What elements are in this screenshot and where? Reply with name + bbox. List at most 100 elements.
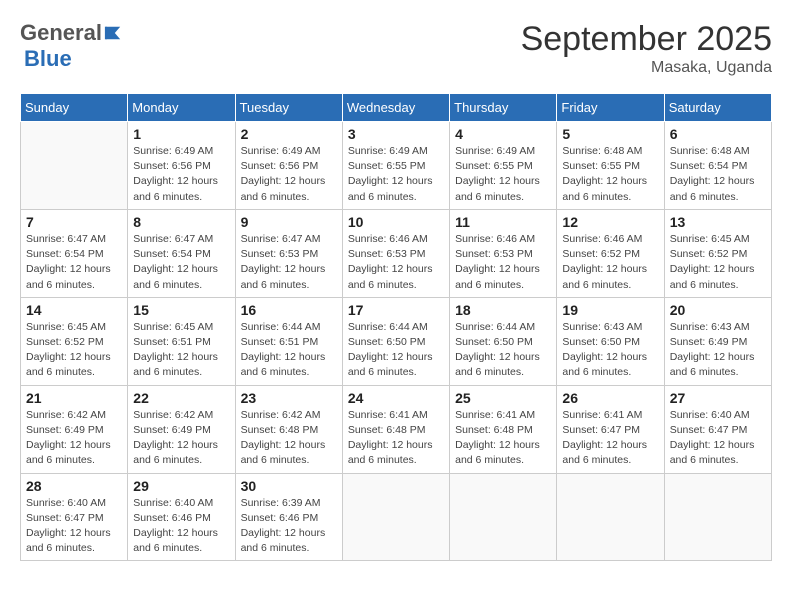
calendar-cell [557,473,664,561]
calendar-cell: 22 Sunrise: 6:42 AM Sunset: 6:49 PM Dayli… [128,385,235,473]
calendar-cell: 16 Sunrise: 6:44 AM Sunset: 6:51 PM Dayli… [235,297,342,385]
day-number: 19 [562,302,658,318]
day-info: Sunrise: 6:46 AM Sunset: 6:53 PM Dayligh… [455,232,551,293]
day-number: 18 [455,302,551,318]
calendar-cell: 14 Sunrise: 6:45 AM Sunset: 6:52 PM Dayli… [21,297,128,385]
calendar-cell: 12 Sunrise: 6:46 AM Sunset: 6:52 PM Dayli… [557,209,664,297]
day-number: 22 [133,390,229,406]
day-info: Sunrise: 6:49 AM Sunset: 6:55 PM Dayligh… [455,144,551,205]
calendar-week-row: 28 Sunrise: 6:40 AM Sunset: 6:47 PM Dayli… [21,473,772,561]
day-info: Sunrise: 6:40 AM Sunset: 6:47 PM Dayligh… [670,408,766,469]
day-info: Sunrise: 6:43 AM Sunset: 6:49 PM Dayligh… [670,320,766,381]
calendar-cell: 25Sunrise: 6:41 AM Sunset: 6:48 PM Dayli… [450,385,557,473]
day-info: Sunrise: 6:45 AM Sunset: 6:52 PM Dayligh… [670,232,766,293]
calendar-cell: 18 Sunrise: 6:44 AM Sunset: 6:50 PM Dayli… [450,297,557,385]
day-number: 30 [241,478,337,494]
calendar-week-row: 21 Sunrise: 6:42 AM Sunset: 6:49 PM Dayli… [21,385,772,473]
day-number: 4 [455,126,551,142]
day-info: Sunrise: 6:39 AM Sunset: 6:46 PM Dayligh… [241,496,337,557]
calendar-cell: 13 Sunrise: 6:45 AM Sunset: 6:52 PM Dayli… [664,209,771,297]
calendar-table: SundayMondayTuesdayWednesdayThursdayFrid… [20,93,772,561]
calendar-cell: 19 Sunrise: 6:43 AM Sunset: 6:50 PM Dayli… [557,297,664,385]
day-number: 11 [455,214,551,230]
calendar-cell: 20Sunrise: 6:43 AM Sunset: 6:49 PM Dayli… [664,297,771,385]
calendar-cell: 2 Sunrise: 6:49 AM Sunset: 6:56 PM Daylig… [235,122,342,210]
calendar-cell: 15 Sunrise: 6:45 AM Sunset: 6:51 PM Dayli… [128,297,235,385]
day-number: 23 [241,390,337,406]
day-info: Sunrise: 6:41 AM Sunset: 6:47 PM Dayligh… [562,408,658,469]
calendar-cell [664,473,771,561]
day-number: 13 [670,214,766,230]
day-info: Sunrise: 6:44 AM Sunset: 6:50 PM Dayligh… [348,320,444,381]
day-info: Sunrise: 6:45 AM Sunset: 6:51 PM Dayligh… [133,320,229,381]
logo-general: General [20,20,102,46]
day-number: 21 [26,390,122,406]
calendar-cell: 4 Sunrise: 6:49 AM Sunset: 6:55 PM Daylig… [450,122,557,210]
calendar-cell: 28 Sunrise: 6:40 AM Sunset: 6:47 PM Dayli… [21,473,128,561]
day-number: 8 [133,214,229,230]
day-info: Sunrise: 6:47 AM Sunset: 6:54 PM Dayligh… [133,232,229,293]
calendar-cell: 6 Sunrise: 6:48 AM Sunset: 6:54 PM Daylig… [664,122,771,210]
calendar-cell: 30 Sunrise: 6:39 AM Sunset: 6:46 PM Dayli… [235,473,342,561]
location: Masaka, Uganda [521,59,772,77]
day-info: Sunrise: 6:42 AM Sunset: 6:48 PM Dayligh… [241,408,337,469]
month-title: September 2025 [521,20,772,59]
page-header: General Blue September 2025 Masaka, Ugan… [20,20,772,77]
day-info: Sunrise: 6:41 AM Sunset: 6:48 PM Dayligh… [455,408,551,469]
day-info: Sunrise: 6:47 AM Sunset: 6:54 PM Dayligh… [26,232,122,293]
day-info: Sunrise: 6:42 AM Sunset: 6:49 PM Dayligh… [26,408,122,469]
day-info: Sunrise: 6:40 AM Sunset: 6:47 PM Dayligh… [26,496,122,557]
day-of-week-header: Monday [128,94,235,122]
day-info: Sunrise: 6:49 AM Sunset: 6:55 PM Dayligh… [348,144,444,205]
day-info: Sunrise: 6:46 AM Sunset: 6:52 PM Dayligh… [562,232,658,293]
day-number: 2 [241,126,337,142]
calendar-week-row: 7 Sunrise: 6:47 AM Sunset: 6:54 PM Daylig… [21,209,772,297]
logo-blue: Blue [24,46,72,71]
logo: General Blue [20,20,122,72]
day-info: Sunrise: 6:47 AM Sunset: 6:53 PM Dayligh… [241,232,337,293]
logo-flag-icon [104,24,122,42]
day-info: Sunrise: 6:48 AM Sunset: 6:54 PM Dayligh… [670,144,766,205]
day-number: 12 [562,214,658,230]
day-number: 17 [348,302,444,318]
day-number: 28 [26,478,122,494]
day-info: Sunrise: 6:44 AM Sunset: 6:50 PM Dayligh… [455,320,551,381]
calendar-week-row: 1Sunrise: 6:49 AM Sunset: 6:56 PM Daylig… [21,122,772,210]
day-number: 26 [562,390,658,406]
title-block: September 2025 Masaka, Uganda [521,20,772,77]
calendar-cell: 1Sunrise: 6:49 AM Sunset: 6:56 PM Daylig… [128,122,235,210]
day-info: Sunrise: 6:42 AM Sunset: 6:49 PM Dayligh… [133,408,229,469]
calendar-cell [342,473,449,561]
day-info: Sunrise: 6:45 AM Sunset: 6:52 PM Dayligh… [26,320,122,381]
calendar-cell: 8 Sunrise: 6:47 AM Sunset: 6:54 PM Daylig… [128,209,235,297]
day-number: 6 [670,126,766,142]
calendar-cell: 9Sunrise: 6:47 AM Sunset: 6:53 PM Daylig… [235,209,342,297]
day-of-week-header: Thursday [450,94,557,122]
calendar-cell: 3 Sunrise: 6:49 AM Sunset: 6:55 PM Daylig… [342,122,449,210]
day-number: 27 [670,390,766,406]
day-number: 7 [26,214,122,230]
calendar-header-row: SundayMondayTuesdayWednesdayThursdayFrid… [21,94,772,122]
calendar-cell: 23 Sunrise: 6:42 AM Sunset: 6:48 PM Dayli… [235,385,342,473]
day-info: Sunrise: 6:46 AM Sunset: 6:53 PM Dayligh… [348,232,444,293]
calendar-cell: 7 Sunrise: 6:47 AM Sunset: 6:54 PM Daylig… [21,209,128,297]
day-number: 3 [348,126,444,142]
day-of-week-header: Saturday [664,94,771,122]
day-of-week-header: Wednesday [342,94,449,122]
day-number: 14 [26,302,122,318]
day-number: 10 [348,214,444,230]
day-info: Sunrise: 6:41 AM Sunset: 6:48 PM Dayligh… [348,408,444,469]
day-info: Sunrise: 6:49 AM Sunset: 6:56 PM Dayligh… [133,144,229,205]
calendar-cell: 26 Sunrise: 6:41 AM Sunset: 6:47 PM Dayli… [557,385,664,473]
calendar-week-row: 14 Sunrise: 6:45 AM Sunset: 6:52 PM Dayli… [21,297,772,385]
day-info: Sunrise: 6:43 AM Sunset: 6:50 PM Dayligh… [562,320,658,381]
day-number: 24 [348,390,444,406]
day-number: 15 [133,302,229,318]
day-of-week-header: Friday [557,94,664,122]
day-info: Sunrise: 6:44 AM Sunset: 6:51 PM Dayligh… [241,320,337,381]
calendar-cell: 24 Sunrise: 6:41 AM Sunset: 6:48 PM Dayli… [342,385,449,473]
calendar-cell: 11 Sunrise: 6:46 AM Sunset: 6:53 PM Dayli… [450,209,557,297]
day-info: Sunrise: 6:49 AM Sunset: 6:56 PM Dayligh… [241,144,337,205]
calendar-cell [450,473,557,561]
day-number: 16 [241,302,337,318]
